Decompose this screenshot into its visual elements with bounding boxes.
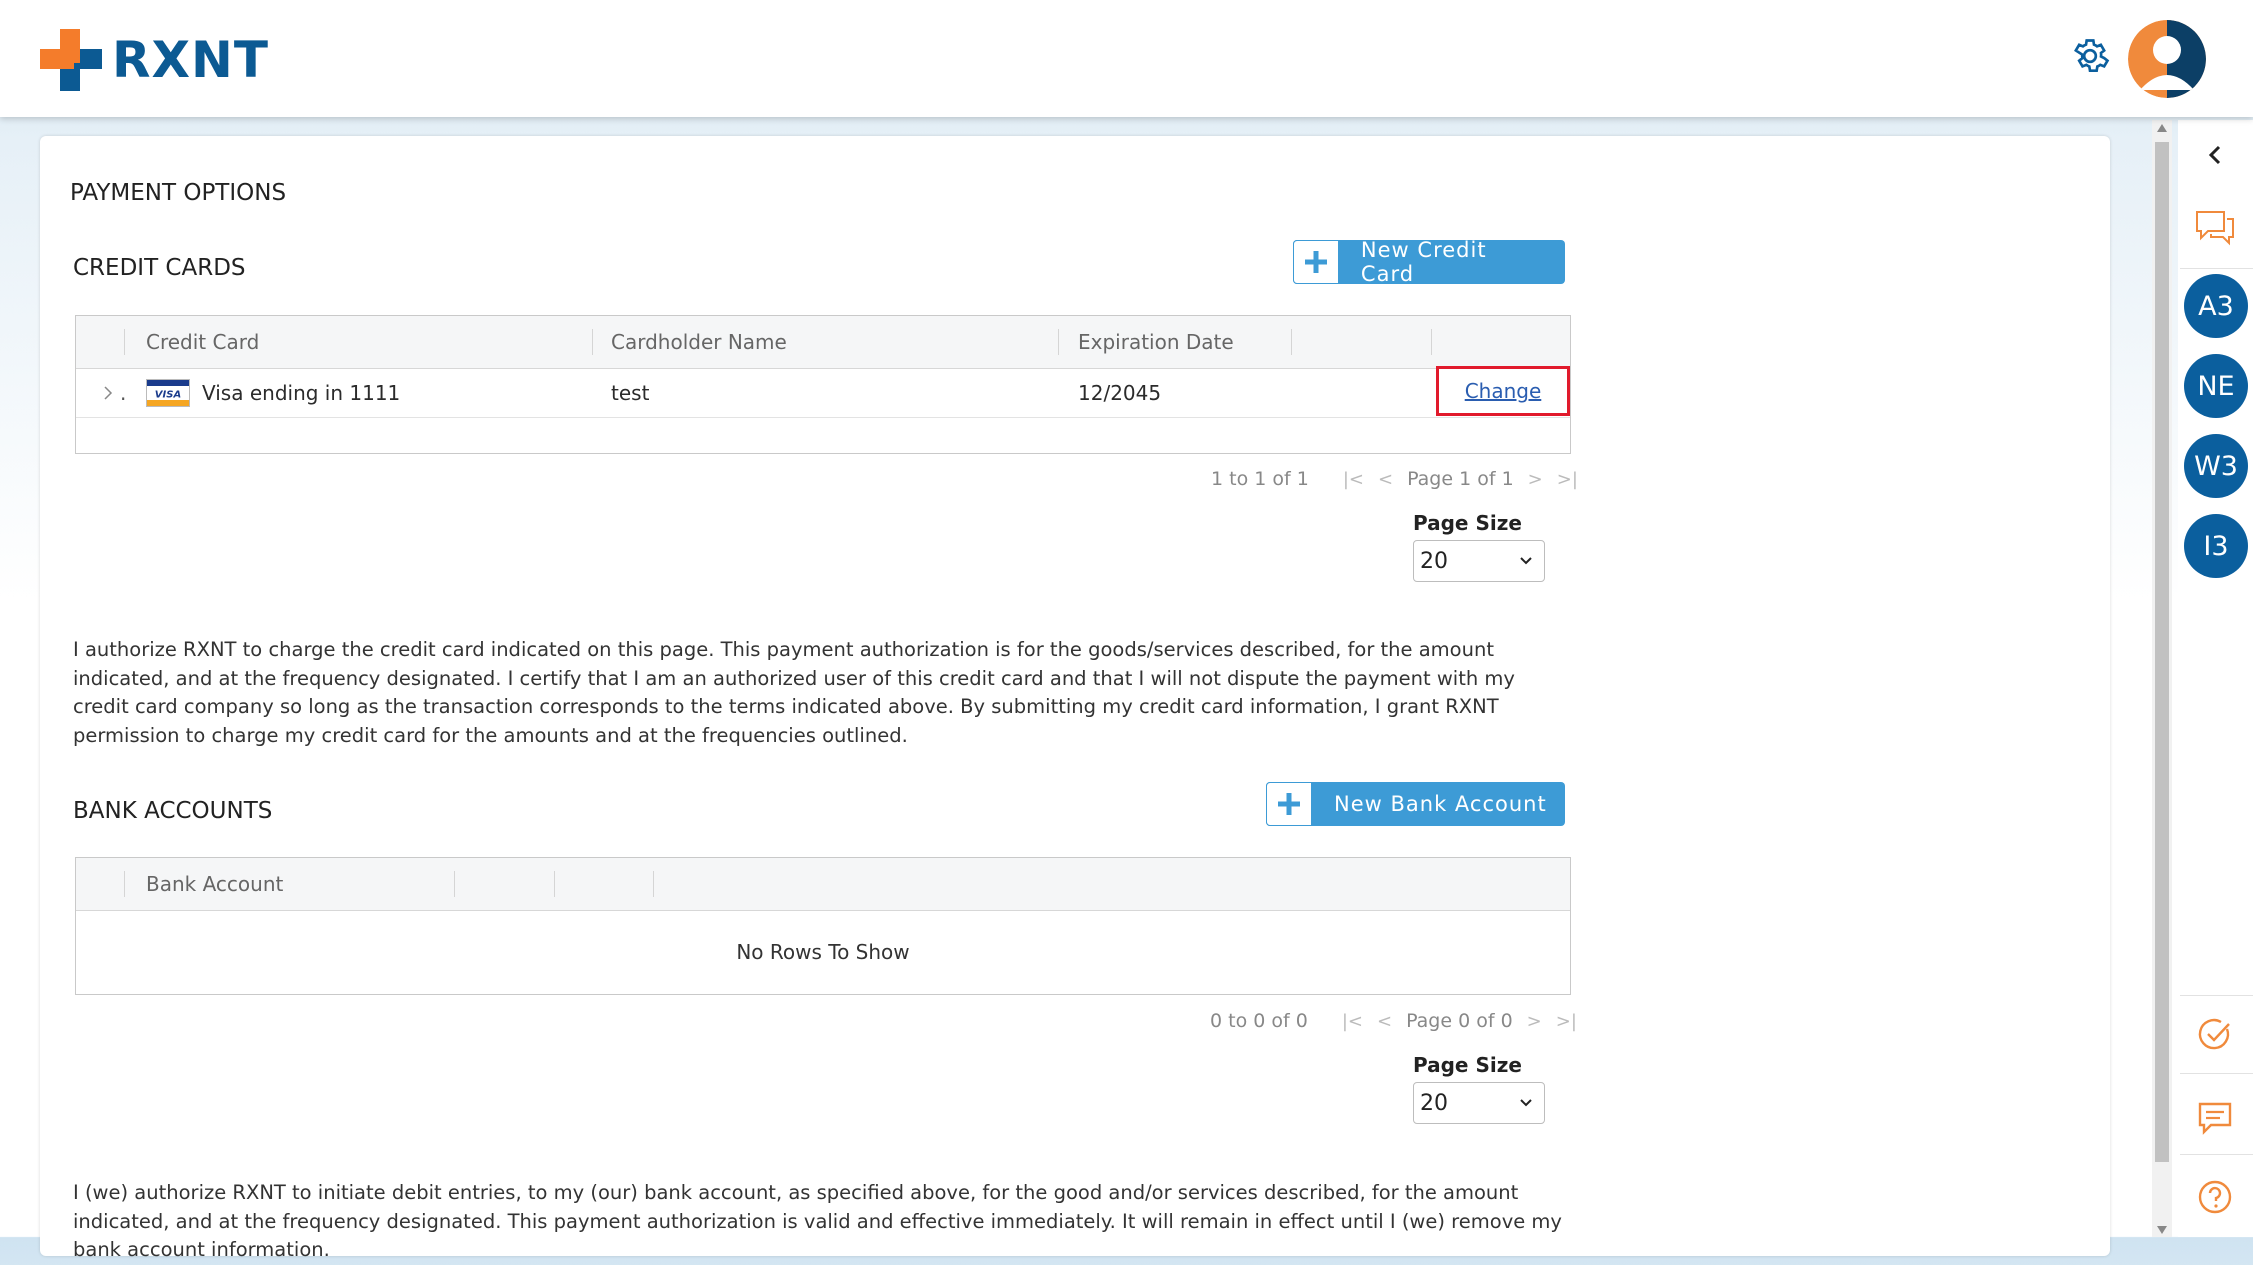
plus-logo-icon bbox=[40, 29, 102, 91]
table-row: . VISA Visa ending in 1111 test 12/2045 bbox=[76, 369, 1570, 418]
plus-icon bbox=[1293, 240, 1339, 284]
pager-range: 0 to 0 of 0 bbox=[1210, 1010, 1308, 1032]
bank-authorization-text: I (we) authorize RXNT to initiate debit … bbox=[73, 1181, 1562, 1261]
new-bank-account-button[interactable]: New Bank Account bbox=[1266, 782, 1565, 826]
visa-card-icon: VISA bbox=[146, 369, 190, 417]
last-page-icon[interactable]: >| bbox=[1556, 1011, 1577, 1032]
column-bank-account[interactable]: Bank Account bbox=[146, 858, 283, 910]
cardholder-cell: test bbox=[611, 381, 650, 405]
chat-bubbles-icon[interactable] bbox=[2190, 203, 2240, 253]
first-page-icon[interactable]: |< bbox=[1342, 1011, 1363, 1032]
credit-cards-title: CREDIT CARDS bbox=[73, 255, 246, 281]
next-page-icon[interactable]: > bbox=[1527, 1011, 1542, 1032]
plus-icon bbox=[1266, 782, 1312, 826]
app-header: RXNT bbox=[0, 0, 2253, 117]
grid-header: Credit Card Cardholder Name Expiration D… bbox=[76, 316, 1570, 369]
bank-accounts-title: BANK ACCOUNTS bbox=[73, 798, 273, 824]
new-credit-card-label: New Credit Card bbox=[1360, 238, 1487, 286]
new-bank-account-label: New Bank Account bbox=[1334, 792, 1547, 816]
expiration-cell: 12/2045 bbox=[1078, 381, 1162, 405]
grid-header: Bank Account bbox=[76, 858, 1570, 911]
rxnt-logo[interactable]: RXNT bbox=[40, 28, 269, 92]
bank-account-grid: Bank Account No Rows To Show bbox=[75, 857, 1571, 995]
avatar[interactable]: NE bbox=[2184, 354, 2248, 418]
prev-page-icon[interactable]: < bbox=[1378, 469, 1393, 490]
avatar[interactable]: A3 bbox=[2184, 274, 2248, 338]
svg-text:VISA: VISA bbox=[155, 390, 181, 401]
pager-page: Page 0 of 0 bbox=[1406, 1010, 1513, 1032]
pager-page: Page 1 of 1 bbox=[1407, 468, 1514, 490]
column-credit-card[interactable]: Credit Card bbox=[146, 316, 259, 368]
first-page-icon[interactable]: |< bbox=[1343, 469, 1364, 490]
credit-card-grid: Credit Card Cardholder Name Expiration D… bbox=[75, 315, 1571, 454]
message-icon[interactable] bbox=[2190, 1093, 2240, 1143]
no-rows-message: No Rows To Show bbox=[736, 940, 910, 964]
pager-range: 1 to 1 of 1 bbox=[1211, 468, 1309, 490]
logo-text: RXNT bbox=[112, 31, 270, 89]
change-highlight: Change bbox=[1436, 366, 1570, 416]
page-size-select[interactable]: 20 bbox=[1413, 540, 1545, 582]
page-size-label: Page Size bbox=[1413, 1053, 1522, 1077]
next-page-icon[interactable]: > bbox=[1528, 469, 1543, 490]
expand-row-icon[interactable]: . bbox=[102, 369, 126, 417]
credit-card-pager: 1 to 1 of 1 |< < Page 1 of 1 > >| bbox=[1211, 468, 1592, 490]
prev-page-icon[interactable]: < bbox=[1377, 1011, 1392, 1032]
avatar[interactable]: W3 bbox=[2184, 434, 2248, 498]
credit-card-authorization-text: I authorize RXNT to charge the credit ca… bbox=[73, 638, 1515, 747]
change-card-link[interactable]: Change bbox=[1465, 379, 1542, 403]
collapse-chevron-icon[interactable] bbox=[2190, 130, 2240, 180]
column-cardholder-name[interactable]: Cardholder Name bbox=[611, 316, 787, 368]
gear-icon[interactable] bbox=[2070, 36, 2110, 76]
last-page-icon[interactable]: >| bbox=[1557, 469, 1578, 490]
new-credit-card-button[interactable]: New Credit Card bbox=[1293, 238, 1565, 286]
scrollbar-thumb[interactable] bbox=[2155, 142, 2169, 1162]
page-size-select[interactable]: 20 bbox=[1413, 1082, 1545, 1124]
page-title: PAYMENT OPTIONS bbox=[70, 180, 287, 206]
chevron-down-icon bbox=[1520, 557, 1532, 565]
user-avatar-icon[interactable] bbox=[2128, 20, 2206, 98]
card-name-cell: Visa ending in 1111 bbox=[202, 381, 401, 405]
avatar[interactable]: I3 bbox=[2184, 514, 2248, 578]
page-scrollbar[interactable] bbox=[2152, 120, 2172, 1237]
chevron-down-icon bbox=[1520, 1099, 1532, 1107]
column-expiration-date[interactable]: Expiration Date bbox=[1078, 316, 1234, 368]
page-size-label: Page Size bbox=[1413, 511, 1522, 535]
bank-account-pager: 0 to 0 of 0 |< < Page 0 of 0 > >| bbox=[1210, 1010, 1591, 1032]
help-icon[interactable] bbox=[2190, 1172, 2240, 1222]
task-check-icon[interactable] bbox=[2190, 1010, 2240, 1060]
